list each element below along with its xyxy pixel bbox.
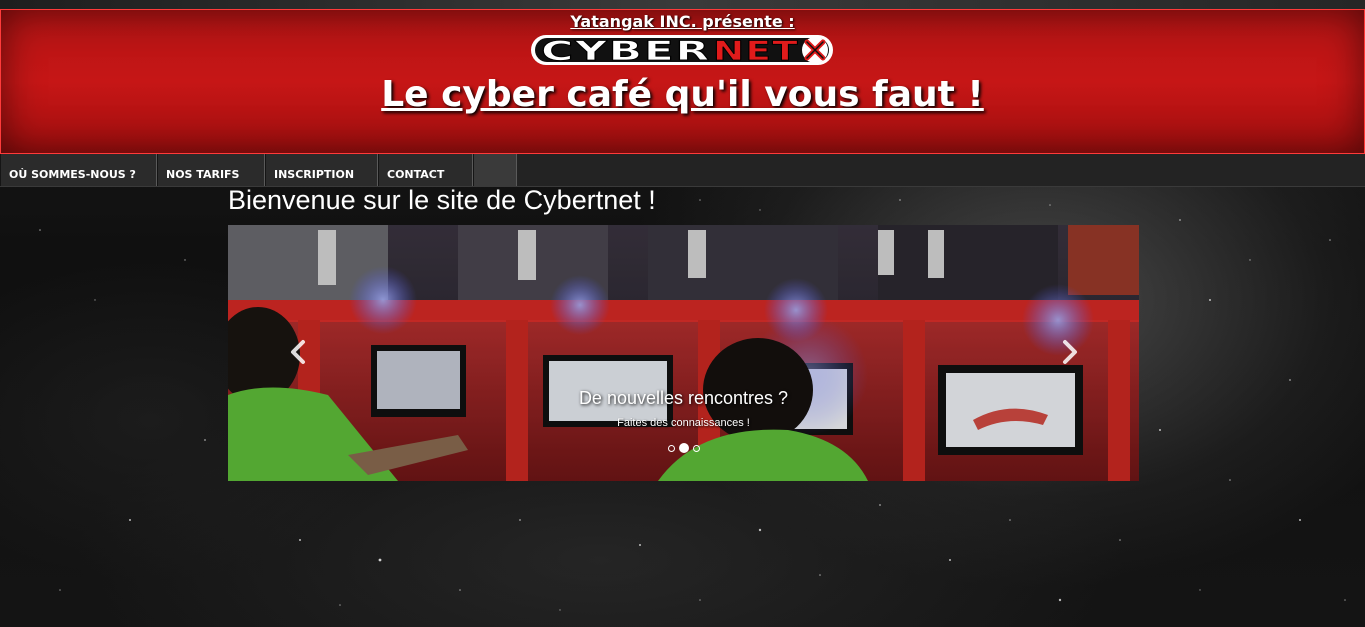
main-nav: OÙ SOMMES-NOUS ? NOS TARIFS INSCRIPTION … [0, 154, 1365, 187]
nav-item-contact[interactable]: CONTACT [378, 154, 473, 186]
nav-item-location[interactable]: OÙ SOMMES-NOUS ? [0, 154, 157, 186]
chevron-left-icon[interactable] [284, 337, 314, 367]
chevron-right-icon[interactable] [1054, 337, 1084, 367]
carousel-indicator-2[interactable] [678, 443, 689, 453]
site-header: Yatangak INC. présente : CYBER NET Le cy… [0, 9, 1365, 154]
nav-item-signup[interactable]: INSCRIPTION [265, 154, 378, 186]
svg-text:NET: NET [713, 36, 799, 67]
x-mark-icon [802, 37, 828, 63]
carousel-indicator-3[interactable] [692, 444, 700, 452]
caption-text: Faites des connaissances ! [617, 417, 750, 429]
image-carousel[interactable]: De nouvelles rencontres ? Faites des con… [228, 225, 1139, 481]
nav-item-pricing[interactable]: NOS TARIFS [157, 154, 265, 186]
carousel-caption: De nouvelles rencontres ? Faites des con… [228, 388, 1139, 429]
top-strip [0, 0, 1365, 9]
caption-title: De nouvelles rencontres ? [578, 388, 789, 408]
cybernet-logo[interactable]: CYBER NET [529, 31, 835, 69]
carousel-indicators [228, 443, 1139, 453]
page-title: Bienvenue sur le site de Cybertnet ! [228, 185, 656, 215]
tagline: Le cyber café qu'il vous faut ! [381, 74, 984, 115]
presents-text: Yatangak INC. présente : [570, 12, 795, 31]
nav-item-extra[interactable] [473, 154, 517, 186]
page: Yatangak INC. présente : CYBER NET Le cy… [0, 0, 1365, 627]
svg-text:CYBER: CYBER [541, 36, 711, 67]
carousel-indicator-1[interactable] [667, 444, 675, 452]
